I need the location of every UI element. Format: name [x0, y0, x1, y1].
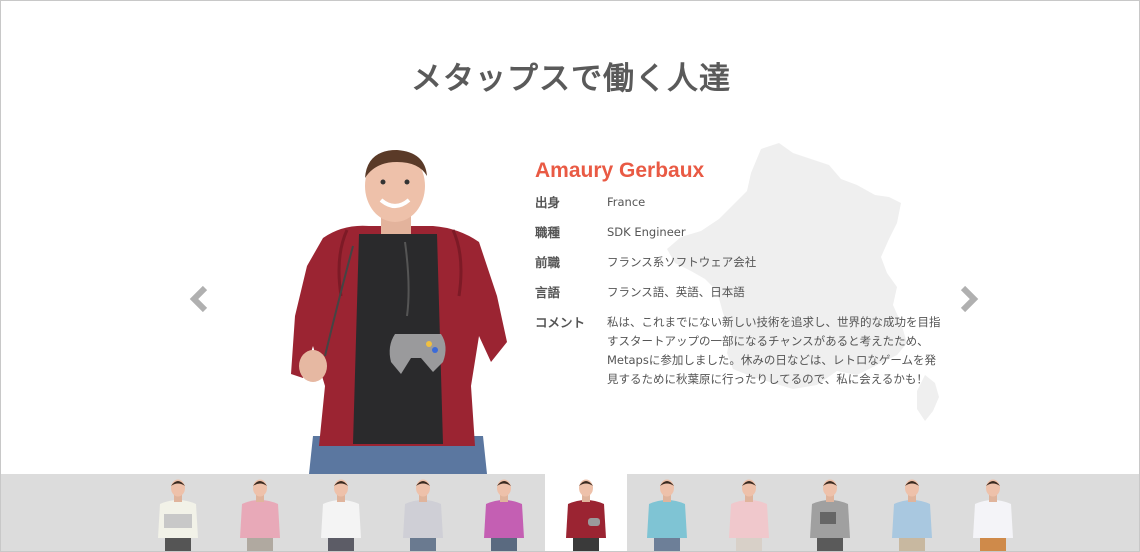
thumbnail-person-11[interactable]	[952, 474, 1034, 551]
thumbnail-figure	[973, 479, 1013, 551]
thumbnail-figure	[402, 479, 443, 551]
thumbnail-figure	[647, 479, 687, 551]
page-frame: メタップスで働く人達 Amaury Gerbaux 出身 France 職種 S…	[0, 0, 1140, 552]
thumbnail-figure	[158, 479, 198, 551]
field-value: フランス系ソフトウェア会社	[607, 255, 757, 269]
thumbnail-figure	[728, 479, 769, 551]
thumbnail-person-9[interactable]	[789, 474, 871, 551]
carousel-prev-button[interactable]	[189, 285, 211, 313]
chevron-left-icon	[189, 285, 208, 313]
profile-row-origin: 出身 France	[535, 193, 945, 212]
profile-row-job: 職種 SDK Engineer	[535, 223, 945, 242]
thumbnail-person-5[interactable]	[463, 474, 545, 551]
thumbnail-person-4[interactable]	[382, 474, 464, 551]
profile-row-previous-job: 前職 フランス系ソフトウェア会社	[535, 253, 945, 272]
thumbnail-figure	[321, 479, 361, 551]
profile-info: Amaury Gerbaux 出身 France 職種 SDK Engineer…	[535, 159, 945, 400]
thumbnail-figure	[810, 479, 850, 551]
thumbnail-person-2[interactable]	[219, 474, 301, 551]
profile-row-comment: コメント 私は、これまでにない新しい技術を追求し、世界的な成功を目指すスタートア…	[535, 313, 945, 389]
field-value: 私は、これまでにない新しい技術を追求し、世界的な成功を目指すスタートアップの一部…	[607, 315, 941, 386]
field-label: 職種	[535, 225, 561, 240]
thumbnail-person-6[interactable]	[544, 474, 627, 551]
thumbnail-person-8[interactable]	[708, 474, 790, 551]
field-value: France	[607, 195, 646, 209]
thumbnail-figure	[239, 479, 280, 551]
thumbnail-person-1[interactable]	[137, 474, 219, 551]
chevron-right-icon	[960, 285, 979, 313]
field-value: フランス語、英語、日本語	[607, 285, 745, 299]
profile-row-languages: 言語 フランス語、英語、日本語	[535, 283, 945, 302]
page-title: メタップスで働く人達	[411, 61, 731, 97]
field-label: コメント	[535, 315, 586, 330]
carousel-next-button[interactable]	[957, 285, 979, 313]
field-label: 前職	[535, 255, 561, 270]
profile-photo	[291, 150, 507, 474]
profile-name: Amaury Gerbaux	[535, 159, 705, 182]
thumbnail-person-10[interactable]	[871, 474, 953, 551]
thumbnail-figure	[891, 479, 932, 551]
thumbnail-figure	[484, 479, 524, 551]
field-value: SDK Engineer	[607, 225, 686, 239]
thumbnail-person-3[interactable]	[300, 474, 382, 551]
thumbnail-person-7[interactable]	[626, 474, 708, 551]
field-label: 出身	[535, 195, 561, 210]
thumbnail-figure	[565, 479, 606, 551]
field-label: 言語	[535, 285, 561, 300]
